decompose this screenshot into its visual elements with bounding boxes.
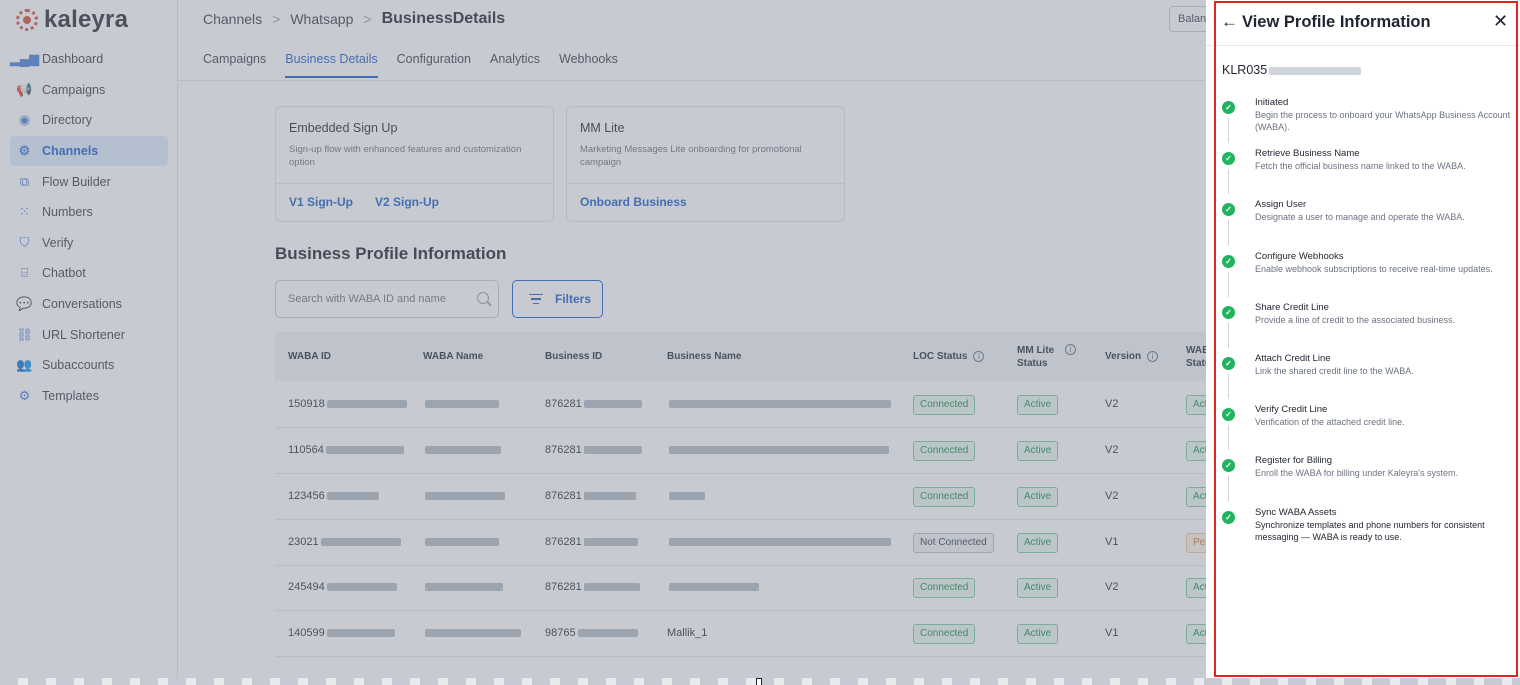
cursor-icon (756, 678, 762, 685)
highlight-outline (1214, 1, 1518, 677)
modal-backdrop[interactable] (0, 0, 1206, 685)
